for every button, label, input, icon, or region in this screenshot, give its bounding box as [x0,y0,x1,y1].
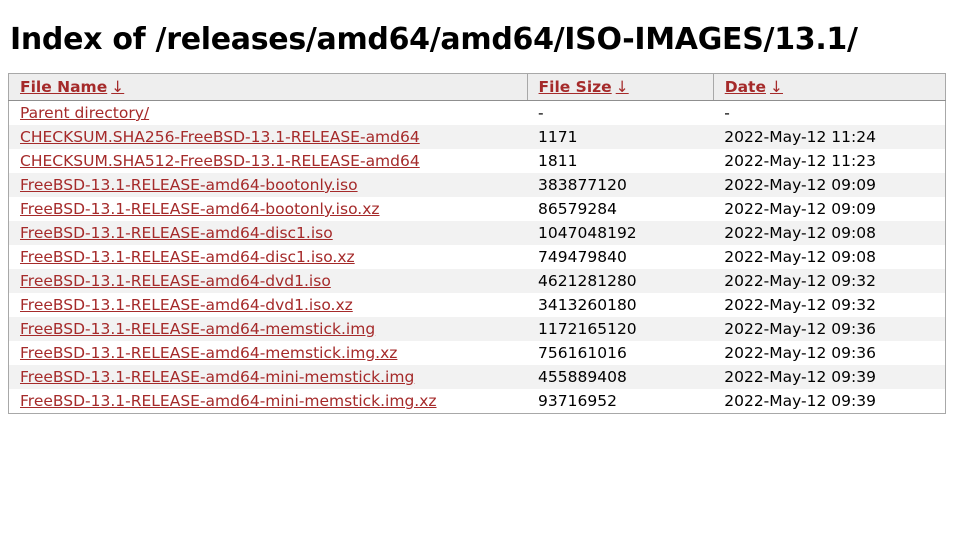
file-name-cell: CHECKSUM.SHA256-FreeBSD-13.1-RELEASE-amd… [8,125,528,149]
file-name-cell: FreeBSD-13.1-RELEASE-amd64-mini-memstick… [8,389,528,414]
file-name-cell: FreeBSD-13.1-RELEASE-amd64-bootonly.iso [8,173,528,197]
file-size-cell: 383877120 [527,173,714,197]
file-link[interactable]: FreeBSD-13.1-RELEASE-amd64-dvd1.iso.xz [20,296,353,314]
file-name-cell: FreeBSD-13.1-RELEASE-amd64-mini-memstick… [8,365,528,389]
file-size-cell: 1171 [527,125,714,149]
sort-descending-arrow-icon[interactable]: ↓ [111,78,124,96]
table-row: FreeBSD-13.1-RELEASE-amd64-disc1.iso 1047… [8,221,946,245]
file-date-cell: 2022-May-12 09:36 [713,341,946,365]
file-link[interactable]: CHECKSUM.SHA512-FreeBSD-13.1-RELEASE-amd… [20,152,420,170]
sort-by-file-name-link[interactable]: File Name [20,78,107,96]
file-date-cell: - [713,100,946,125]
column-header-file-size[interactable]: File Size ↓ [526,73,714,101]
file-size-cell: 756161016 [527,341,714,365]
sort-descending-arrow-icon[interactable]: ↓ [616,78,629,96]
table-row: FreeBSD-13.1-RELEASE-amd64-memstick.img 1… [8,317,946,341]
table-row: FreeBSD-13.1-RELEASE-amd64-mini-memstick… [8,389,946,414]
file-name-cell: FreeBSD-13.1-RELEASE-amd64-disc1.iso [8,221,528,245]
file-date-cell: 2022-May-12 09:09 [713,173,946,197]
file-date-cell: 2022-May-12 09:32 [713,293,946,317]
file-link[interactable]: FreeBSD-13.1-RELEASE-amd64-mini-memstick… [20,392,437,410]
file-size-cell: 4621281280 [527,269,714,293]
table-row: CHECKSUM.SHA256-FreeBSD-13.1-RELEASE-amd… [8,125,946,149]
file-link[interactable]: FreeBSD-13.1-RELEASE-amd64-bootonly.iso.… [20,200,380,218]
table-row: FreeBSD-13.1-RELEASE-amd64-disc1.iso.xz 7… [8,245,946,269]
sort-descending-arrow-icon[interactable]: ↓ [770,78,783,96]
file-size-cell: 749479840 [527,245,714,269]
file-link[interactable]: FreeBSD-13.1-RELEASE-amd64-disc1.iso [20,224,333,242]
sort-by-date-link[interactable]: Date [725,78,766,96]
file-date-cell: 2022-May-12 11:24 [713,125,946,149]
file-date-cell: 2022-May-12 09:39 [713,389,946,414]
parent-directory-link[interactable]: Parent directory/ [20,104,149,122]
directory-index-page: Index of /releases/amd64/amd64/ISO-IMAGE… [0,0,961,414]
file-date-cell: 2022-May-12 09:08 [713,221,946,245]
file-link[interactable]: FreeBSD-13.1-RELEASE-amd64-bootonly.iso [20,176,358,194]
file-name-cell: FreeBSD-13.1-RELEASE-amd64-dvd1.iso.xz [8,293,528,317]
table-header: File Name ↓ File Size ↓ Date ↓ [8,73,946,101]
table-body: Parent directory/ - - CHECKSUM.SHA256-FreeB… [8,100,946,414]
file-date-cell: 2022-May-12 09:09 [713,197,946,221]
file-link[interactable]: FreeBSD-13.1-RELEASE-amd64-dvd1.iso [20,272,331,290]
file-date-cell: 2022-May-12 11:23 [713,149,946,173]
file-link[interactable]: FreeBSD-13.1-RELEASE-amd64-memstick.img [20,320,375,338]
file-size-cell: 1811 [527,149,714,173]
file-name-cell: FreeBSD-13.1-RELEASE-amd64-bootonly.iso.… [8,197,528,221]
file-size-cell: 93716952 [527,389,714,414]
page-title: Index of /releases/amd64/amd64/ISO-IMAGE… [10,22,858,57]
file-size-cell: 3413260180 [527,293,714,317]
file-name-cell: FreeBSD-13.1-RELEASE-amd64-dvd1.iso [8,269,528,293]
file-link[interactable]: FreeBSD-13.1-RELEASE-amd64-memstick.img.… [20,344,397,362]
file-size-cell: 1172165120 [527,317,714,341]
table-row: FreeBSD-13.1-RELEASE-amd64-bootonly.iso.… [8,197,946,221]
file-name-cell: Parent directory/ [8,100,528,125]
file-link[interactable]: CHECKSUM.SHA256-FreeBSD-13.1-RELEASE-amd… [20,128,420,146]
table-row: FreeBSD-13.1-RELEASE-amd64-mini-memstick… [8,365,946,389]
file-name-cell: FreeBSD-13.1-RELEASE-amd64-memstick.img.… [8,341,528,365]
sort-by-file-size-link[interactable]: File Size [539,78,612,96]
directory-listing-table: File Name ↓ File Size ↓ Date ↓ Parent direc… [8,73,946,414]
table-row: CHECKSUM.SHA512-FreeBSD-13.1-RELEASE-amd… [8,149,946,173]
file-name-cell: FreeBSD-13.1-RELEASE-amd64-memstick.img [8,317,528,341]
file-link[interactable]: FreeBSD-13.1-RELEASE-amd64-disc1.iso.xz [20,248,355,266]
column-header-file-name[interactable]: File Name ↓ [8,73,528,101]
file-size-cell: 1047048192 [527,221,714,245]
file-date-cell: 2022-May-12 09:39 [713,365,946,389]
file-size-cell: 455889408 [527,365,714,389]
file-name-cell: FreeBSD-13.1-RELEASE-amd64-disc1.iso.xz [8,245,528,269]
table-row: FreeBSD-13.1-RELEASE-amd64-dvd1.iso 46212… [8,269,946,293]
column-header-date[interactable]: Date ↓ [712,73,946,101]
table-row: FreeBSD-13.1-RELEASE-amd64-memstick.img.… [8,341,946,365]
table-header-row: File Name ↓ File Size ↓ Date ↓ [8,73,946,101]
file-size-cell: - [527,100,714,125]
file-link[interactable]: FreeBSD-13.1-RELEASE-amd64-mini-memstick… [20,368,414,386]
file-date-cell: 2022-May-12 09:08 [713,245,946,269]
file-date-cell: 2022-May-12 09:36 [713,317,946,341]
file-date-cell: 2022-May-12 09:32 [713,269,946,293]
file-name-cell: CHECKSUM.SHA512-FreeBSD-13.1-RELEASE-amd… [8,149,528,173]
table-row: FreeBSD-13.1-RELEASE-amd64-bootonly.iso 3… [8,173,946,197]
file-size-cell: 86579284 [527,197,714,221]
table-row: Parent directory/ - - [8,100,946,125]
table-row: FreeBSD-13.1-RELEASE-amd64-dvd1.iso.xz 34… [8,293,946,317]
